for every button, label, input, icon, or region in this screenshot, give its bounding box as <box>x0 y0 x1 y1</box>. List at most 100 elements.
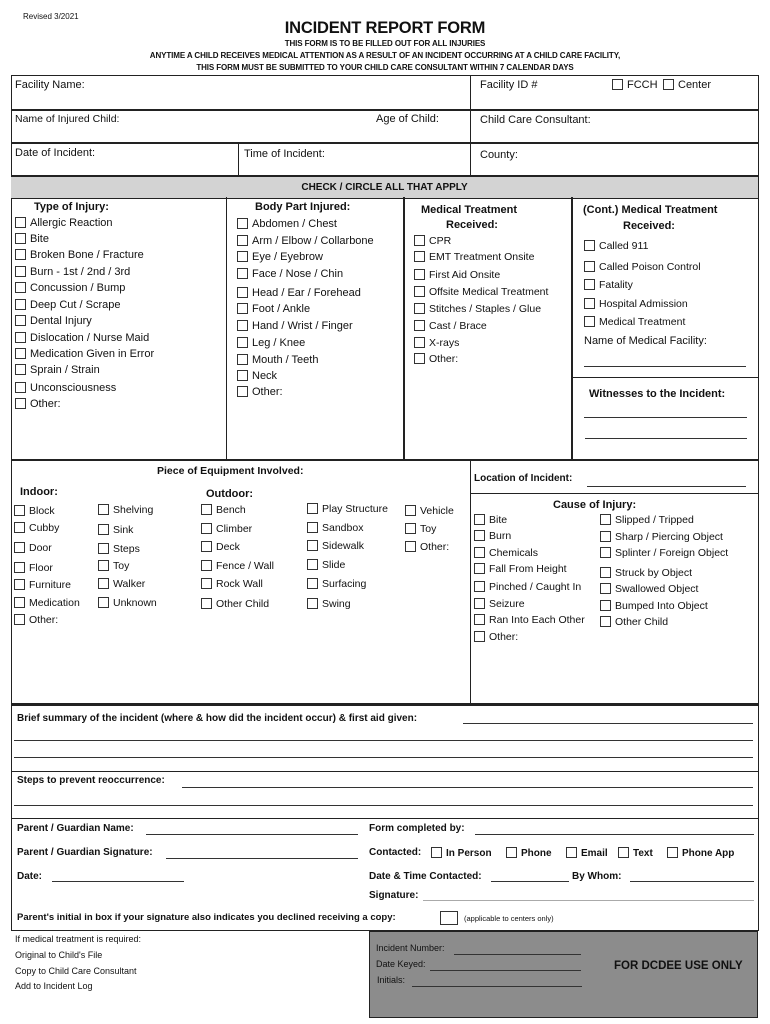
checkbox[interactable] <box>15 217 26 228</box>
injury-type-option[interactable]: Allergic Reaction <box>15 217 113 229</box>
checkbox[interactable] <box>474 614 485 625</box>
outdoor-equipment-option[interactable]: Other: <box>405 541 449 553</box>
outdoor-equipment-option[interactable]: Other Child <box>201 598 269 610</box>
checkbox[interactable] <box>600 567 611 578</box>
indoor-equipment-option[interactable]: Toy <box>98 560 129 572</box>
checkbox[interactable] <box>414 353 425 364</box>
checkbox[interactable] <box>307 540 318 551</box>
body-part-option[interactable]: Foot / Ankle <box>237 303 310 315</box>
injury-type-option[interactable]: Medication Given in Error <box>15 348 154 360</box>
checkbox[interactable] <box>431 847 442 858</box>
medical-option[interactable]: First Aid Onsite <box>414 269 500 281</box>
checkbox[interactable] <box>474 631 485 642</box>
checkbox[interactable] <box>474 598 485 609</box>
outdoor-equipment-option[interactable]: Rock Wall <box>201 578 263 590</box>
checkbox[interactable] <box>618 847 629 858</box>
checkbox[interactable] <box>414 303 425 314</box>
parent-signature-line[interactable] <box>166 858 358 859</box>
checkbox[interactable] <box>414 286 425 297</box>
by-whom-line[interactable] <box>630 881 754 882</box>
checkbox[interactable] <box>15 299 26 310</box>
medical-cont-option[interactable]: Hospital Admission <box>584 298 688 310</box>
fcch-option[interactable]: FCCH <box>612 79 658 91</box>
outdoor-equipment-option[interactable]: Bench <box>201 504 246 516</box>
indoor-equipment-option[interactable]: Block <box>14 505 55 517</box>
indoor-equipment-option[interactable]: Floor <box>14 562 53 574</box>
checkbox[interactable] <box>201 578 212 589</box>
checkbox[interactable] <box>201 541 212 552</box>
outdoor-equipment-option[interactable]: Sidewalk <box>307 540 364 552</box>
contact-method-option[interactable]: Text <box>618 847 653 859</box>
checkbox[interactable] <box>14 579 25 590</box>
completed-by-line[interactable] <box>475 834 754 835</box>
injury-type-option[interactable]: Sprain / Strain <box>15 364 100 376</box>
checkbox[interactable] <box>600 514 611 525</box>
summary-line-3[interactable] <box>14 757 753 758</box>
medical-cont-option[interactable]: Called 911 <box>584 240 648 252</box>
cause-option[interactable]: Sharp / Piercing Object <box>600 531 723 543</box>
checkbox[interactable] <box>414 235 425 246</box>
medical-option[interactable]: Offsite Medical Treatment <box>414 286 548 298</box>
checkbox[interactable] <box>14 505 25 516</box>
checkbox[interactable] <box>600 547 611 558</box>
incident-time-field[interactable]: Time of Incident: <box>244 148 325 160</box>
cause-option[interactable]: Bite <box>474 514 507 526</box>
incident-date-field[interactable]: Date of Incident: <box>15 147 95 159</box>
medical-cont-option[interactable]: Fatality <box>584 279 633 291</box>
checkbox[interactable] <box>414 320 425 331</box>
checkbox[interactable] <box>237 354 248 365</box>
indoor-equipment-option[interactable]: Sink <box>98 524 133 536</box>
medical-cont-option[interactable]: Called Poison Control <box>584 261 701 273</box>
checkbox[interactable] <box>237 337 248 348</box>
cause-option[interactable]: Struck by Object <box>600 567 692 579</box>
injury-type-option[interactable]: Unconsciousness <box>15 382 116 394</box>
indoor-equipment-option[interactable]: Furniture <box>14 579 71 591</box>
checkbox[interactable] <box>474 581 485 592</box>
injury-type-option[interactable]: Deep Cut / Scrape <box>15 299 121 311</box>
outdoor-equipment-option[interactable]: Swing <box>307 598 351 610</box>
outdoor-equipment-option[interactable]: Climber <box>201 523 252 535</box>
fcch-checkbox[interactable] <box>612 79 623 90</box>
indoor-equipment-option[interactable]: Shelving <box>98 504 153 516</box>
checkbox[interactable] <box>474 547 485 558</box>
body-part-option[interactable]: Head / Ear / Forehead <box>237 287 361 299</box>
cause-option[interactable]: Swallowed Object <box>600 583 698 595</box>
checkbox[interactable] <box>201 560 212 571</box>
cause-option[interactable]: Splinter / Foreign Object <box>600 547 728 559</box>
cause-option[interactable]: Other: <box>474 631 518 643</box>
checkbox[interactable] <box>14 522 25 533</box>
checkbox[interactable] <box>237 268 248 279</box>
checkbox[interactable] <box>15 282 26 293</box>
consultant-field[interactable]: Child Care Consultant: <box>480 114 591 126</box>
summary-line-1[interactable] <box>463 723 753 724</box>
indoor-equipment-option[interactable]: Unknown <box>98 597 157 609</box>
checkbox[interactable] <box>600 583 611 594</box>
checkbox[interactable] <box>201 504 212 515</box>
body-part-option[interactable]: Leg / Knee <box>237 337 305 349</box>
checkbox[interactable] <box>237 251 248 262</box>
checkbox[interactable] <box>584 298 595 309</box>
checkbox[interactable] <box>307 522 318 533</box>
body-part-option[interactable]: Eye / Eyebrow <box>237 251 323 263</box>
steps-line-1[interactable] <box>182 787 753 788</box>
body-part-option[interactable]: Face / Nose / Chin <box>237 268 343 280</box>
witness-line-2[interactable] <box>585 438 747 439</box>
injury-type-option[interactable]: Dental Injury <box>15 315 92 327</box>
injury-type-option[interactable]: Burn - 1st / 2nd / 3rd <box>15 266 130 278</box>
checkbox[interactable] <box>667 847 678 858</box>
checkbox[interactable] <box>414 269 425 280</box>
facility-name-field[interactable]: Facility Name: <box>15 79 85 91</box>
outdoor-equipment-option[interactable]: Fence / Wall <box>201 560 274 572</box>
checkbox[interactable] <box>14 562 25 573</box>
cause-option[interactable]: Seizure <box>474 598 525 610</box>
checkbox[interactable] <box>98 504 109 515</box>
checkbox[interactable] <box>237 235 248 246</box>
indoor-equipment-option[interactable]: Other: <box>14 614 58 626</box>
parent-date-line[interactable] <box>52 881 184 882</box>
medical-cont-option[interactable]: Medical Treatment <box>584 316 685 328</box>
checkbox[interactable] <box>98 543 109 554</box>
indoor-equipment-option[interactable]: Medication <box>14 597 80 609</box>
location-line[interactable] <box>587 486 746 487</box>
indoor-equipment-option[interactable]: Walker <box>98 578 145 590</box>
checkbox[interactable] <box>15 233 26 244</box>
